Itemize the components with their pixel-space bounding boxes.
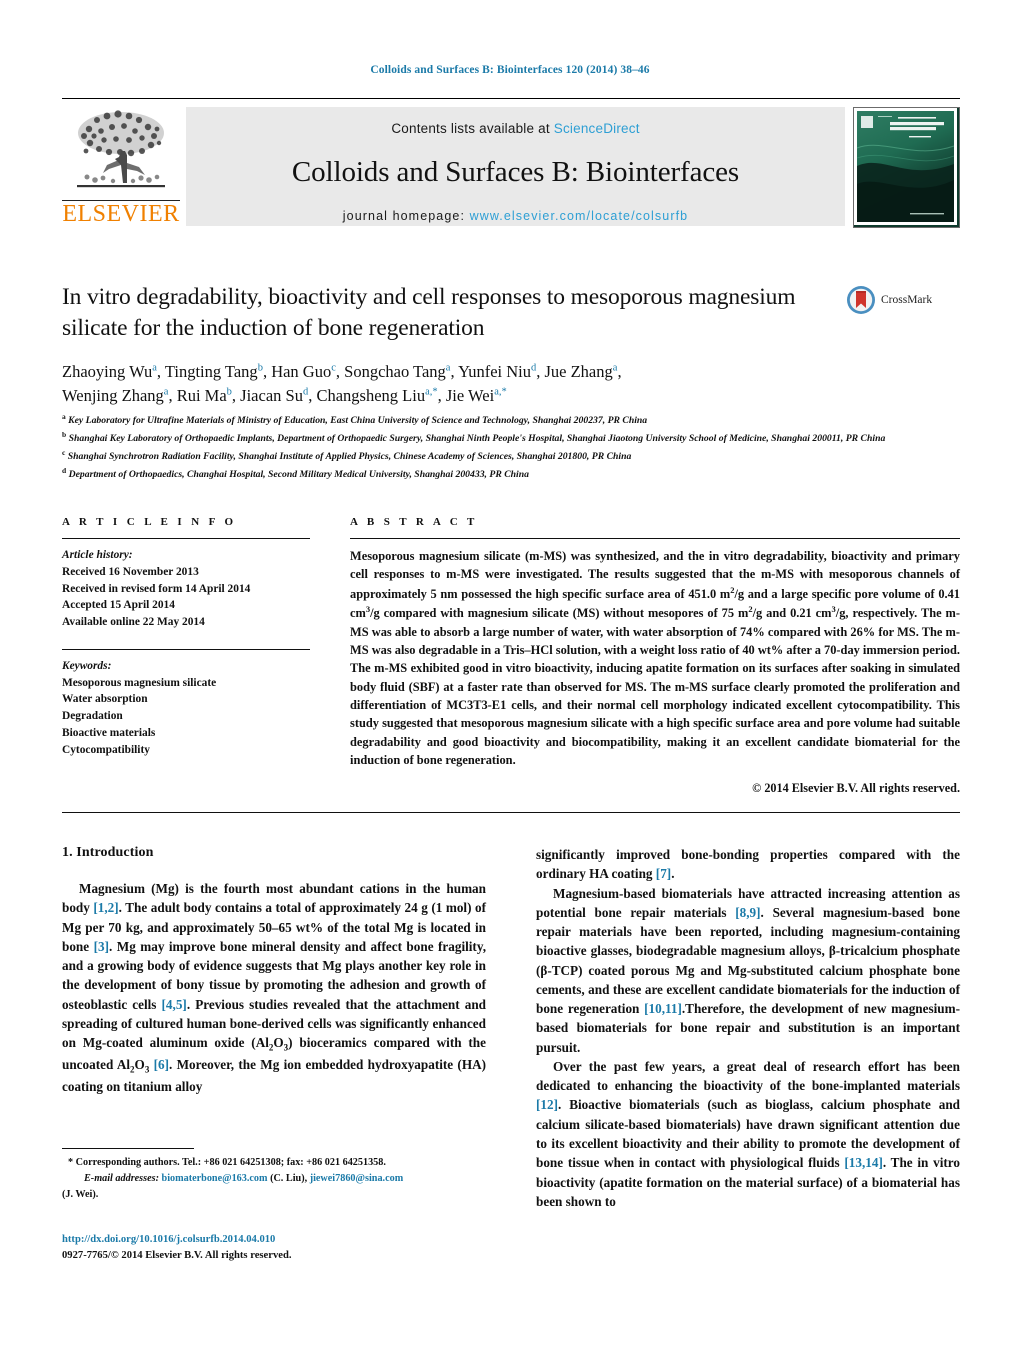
affiliation-b: b Shanghai Key Laboratory of Orthopaedic… — [62, 429, 886, 445]
corresponding-line: * Corresponding authors. Tel.: +86 021 6… — [68, 1157, 386, 1168]
column-gutter — [310, 516, 350, 796]
crossmark-label: CrossMark — [881, 294, 933, 306]
email-link-1[interactable]: biomaterbone@163.com — [162, 1173, 268, 1184]
article-info-column: A R T I C L E I N F O Article history: R… — [62, 516, 310, 796]
article-history-label: Article history: — [62, 549, 133, 561]
keywords-group: Keywords: Mesoporous magnesium silicate … — [62, 658, 310, 759]
journal-homepage-line: journal homepage: www.elsevier.com/locat… — [343, 209, 688, 223]
footnote-rule — [62, 1148, 194, 1149]
abstract-rule — [350, 538, 960, 539]
email-owner-2: (J. Wei). — [62, 1188, 99, 1200]
article-info-rule — [62, 538, 310, 539]
paper-page: Colloids and Surfaces B: Biointerfaces 1… — [0, 0, 1020, 1351]
article-history-group: Article history: Received 16 November 20… — [62, 547, 310, 631]
elsevier-logo: ELSEVIER — [62, 107, 180, 228]
email-owner-1: (C. Liu), — [270, 1172, 308, 1184]
email-addresses-label: E-mail addresses: — [84, 1172, 159, 1184]
article-info-heading: A R T I C L E I N F O — [62, 516, 237, 528]
body-right-column: significantly improved bone-bonding prop… — [536, 845, 960, 1211]
body-paragraph: Over the past few years, a great deal of… — [536, 1058, 961, 1209]
abstract-text: Mesoporous magnesium silicate (m-MS) was… — [350, 549, 960, 768]
sciencedirect-link[interactable]: ScienceDirect — [554, 121, 640, 136]
cover-artwork — [854, 108, 957, 225]
corresponding-author-footnote: * Corresponding authors. Tel.: +86 021 6… — [62, 1148, 486, 1202]
journal-band: Contents lists available at ScienceDirec… — [186, 107, 845, 226]
affiliation-c: c Shanghai Synchrotron Radiation Facilit… — [62, 447, 632, 463]
homepage-prefix: journal homepage: — [342, 209, 470, 223]
history-item: Received in revised form 14 April 2014 — [62, 582, 251, 595]
keywords-label: Keywords: — [62, 659, 112, 672]
journal-masthead: ELSEVIER Contents lists available at Sci… — [62, 98, 960, 228]
journal-title: Colloids and Surfaces B: Biointerfaces — [291, 156, 740, 188]
crossmark-badge[interactable]: CrossMark — [846, 285, 964, 315]
contents-available-line: Contents lists available at ScienceDirec… — [391, 121, 639, 136]
keyword-item: Degradation — [62, 710, 123, 723]
affiliation-d: d Department of Orthopaedics, Changhai H… — [62, 465, 529, 481]
body-paragraph: Magnesium (Mg) is the fourth most abunda… — [62, 881, 486, 1094]
doi-link[interactable]: http://dx.doi.org/10.1016/j.colsurfb.201… — [62, 1232, 562, 1248]
affiliation-a: a Key Laboratory for Ultrafine Materials… — [62, 412, 648, 427]
abstract-copyright: © 2014 Elsevier B.V. All rights reserved… — [752, 780, 960, 795]
history-item: Received 16 November 2013 — [62, 565, 199, 578]
homepage-url-link[interactable]: www.elsevier.com/locate/colsurfb — [470, 209, 689, 223]
author-line-2: Wenjing Zhanga, Rui Mab, Jiacan Sud, Cha… — [62, 386, 507, 406]
author-line-1: Zhaoying Wua, Tingting Tangb, Han Guoc, … — [62, 361, 622, 381]
keywords-rule — [62, 648, 310, 650]
body-paragraph: Magnesium-based biomaterials have attrac… — [536, 885, 961, 1055]
section-title-introduction: 1. Introduction — [62, 845, 154, 860]
keyword-item: Mesoporous magnesium silicate — [62, 676, 217, 689]
affiliations-block: a Key Laboratory for Ultrafine Materials… — [62, 411, 952, 483]
crossmark-icon — [847, 286, 875, 314]
issn-copyright-line: 0927-7765/© 2014 Elsevier B.V. All right… — [62, 1249, 292, 1261]
title-block: In vitro degradability, bioactivity and … — [62, 282, 822, 409]
abstract-heading: A B S T R A C T — [350, 516, 478, 528]
elsevier-wordmark: ELSEVIER — [62, 200, 180, 227]
history-item: Accepted 15 April 2014 — [62, 599, 175, 612]
email-line: E-mail addresses: biomaterbone@163.com (… — [62, 1171, 486, 1187]
body-column-gutter — [486, 845, 536, 1211]
page-title: In vitro degradability, bioactivity and … — [62, 284, 796, 342]
keyword-item: Cytocompatibility — [62, 743, 150, 756]
contents-prefix: Contents lists available at — [391, 121, 554, 136]
author-list: Zhaoying Wua, Tingting Tangb, Han Guoc, … — [62, 360, 822, 410]
info-abstract-row: A R T I C L E I N F O Article history: R… — [62, 516, 960, 796]
footnote-body: * Corresponding authors. Tel.: +86 021 6… — [62, 1155, 486, 1202]
keyword-item: Water absorption — [62, 693, 148, 706]
body-separator-rule — [62, 812, 960, 813]
elsevier-tree-icon — [77, 110, 165, 188]
journal-cover-thumbnail — [853, 107, 960, 228]
abstract-column: A B S T R A C T Mesoporous magnesium sil… — [350, 516, 960, 796]
email-link-2[interactable]: jiewei7860@sina.com — [310, 1173, 404, 1184]
running-head: Colloids and Surfaces B: Biointerfaces 1… — [370, 64, 650, 76]
keyword-item: Bioactive materials — [62, 726, 156, 739]
body-paragraph: significantly improved bone-bonding prop… — [536, 847, 960, 882]
doi-block: http://dx.doi.org/10.1016/j.colsurfb.201… — [62, 1232, 562, 1263]
history-item: Available online 22 May 2014 — [62, 616, 205, 629]
